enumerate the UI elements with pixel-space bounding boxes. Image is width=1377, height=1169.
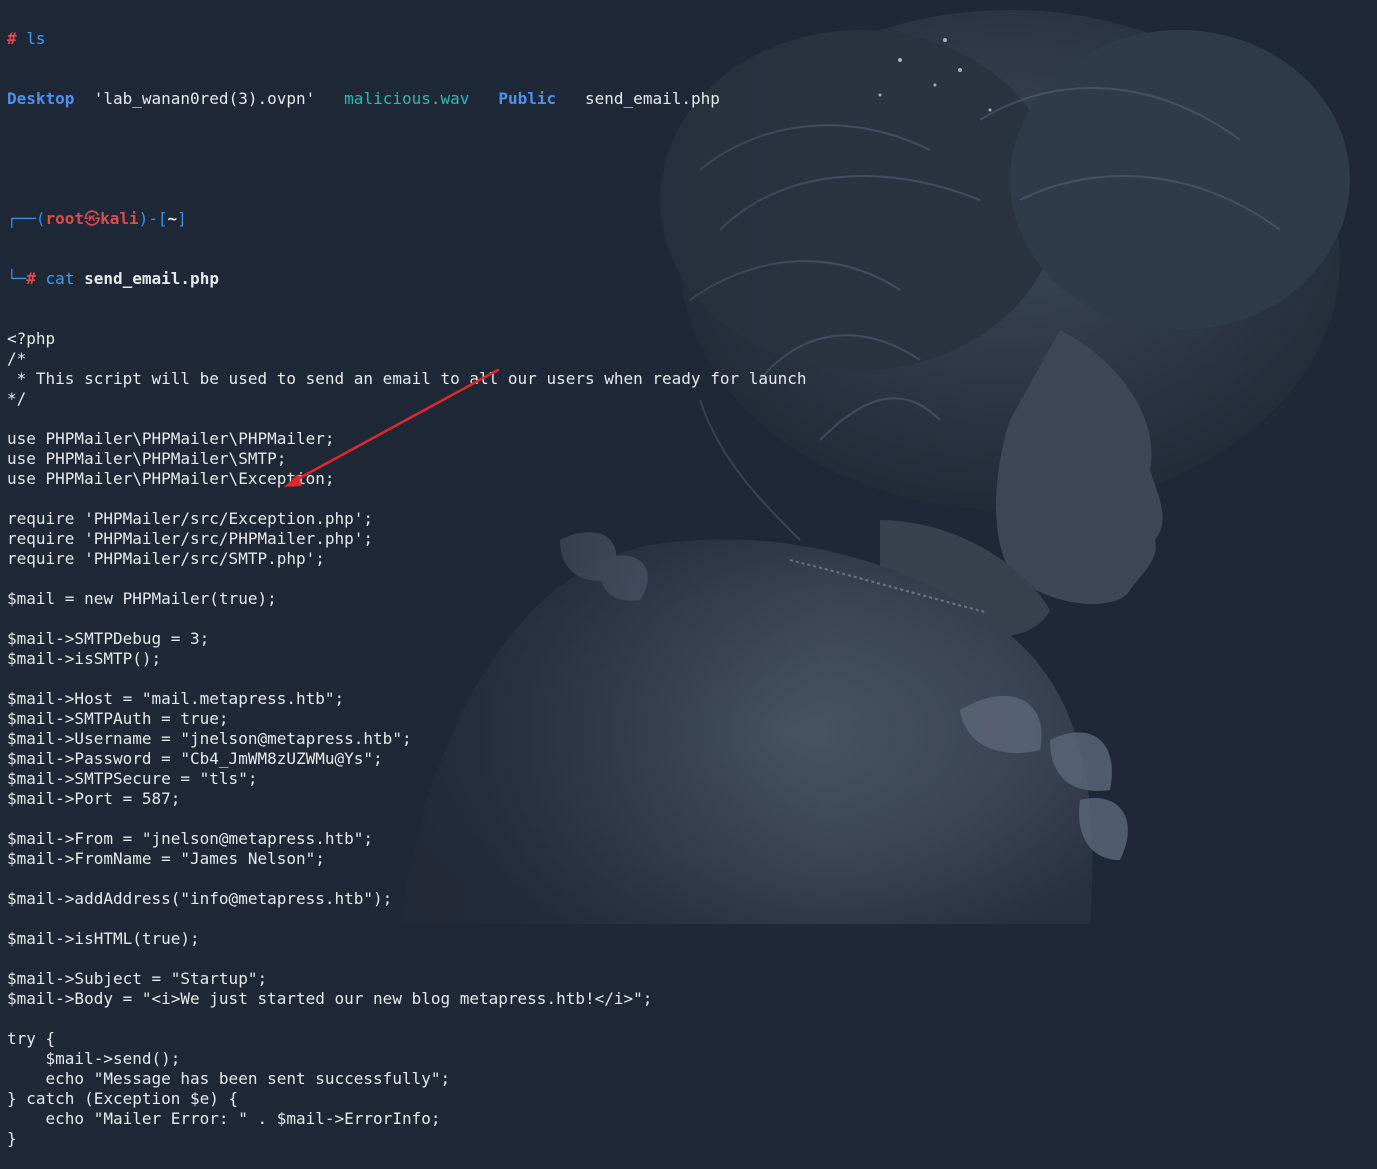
prompt-frame-bottom: └─ <box>7 269 27 288</box>
file-line: use PHPMailer\PHPMailer\PHPMailer; <box>7 429 335 448</box>
file-line <box>7 409 1367 429</box>
prompt-path: ~ <box>167 209 178 228</box>
file-line: $mail->From = "jnelson@metapress.htb"; <box>7 829 374 848</box>
file-line <box>7 609 1367 629</box>
prompt-user: root <box>45 209 85 228</box>
file-line: require 'PHPMailer/src/Exception.php'; <box>7 509 374 528</box>
file-line: $mail = new PHPMailer(true); <box>7 589 277 608</box>
prompt-hash: # <box>26 269 36 288</box>
file-line: <?php <box>7 329 56 348</box>
file-line: */ <box>7 389 27 408</box>
file-line: $mail->Port = 587; <box>7 789 181 808</box>
file-line: echo "Mailer Error: " . $mail->ErrorInfo… <box>7 1109 441 1128</box>
file-line: $mail->FromName = "James Nelson"; <box>7 849 325 868</box>
file-line: use PHPMailer\PHPMailer\SMTP; <box>7 449 287 468</box>
file-line: } catch (Exception $e) { <box>7 1089 239 1108</box>
file-line: $mail->Subject = "Startup"; <box>7 969 268 988</box>
file-line <box>7 949 1367 969</box>
prompt-frame-end: ] <box>177 209 187 228</box>
file-line: $mail->SMTPAuth = true; <box>7 709 229 728</box>
file-line: } <box>7 1129 17 1148</box>
terminal-window[interactable]: # ls Desktop 'lab_wanan0red(3).ovpn' mal… <box>7 0 1367 1169</box>
file-line: * This script will be used to send an em… <box>7 369 807 388</box>
file-line: $mail->SMTPDebug = 3; <box>7 629 210 648</box>
ls-entry-php: send_email.php <box>585 89 720 108</box>
file-line: $mail->send(); <box>7 1049 181 1068</box>
ls-output-row: Desktop 'lab_wanan0red(3).ovpn' maliciou… <box>7 89 1367 109</box>
file-line: $mail->Host = "mail.metapress.htb"; <box>7 689 345 708</box>
file-line: $mail->Body = "<i>We just started our ne… <box>7 989 653 1008</box>
file-line <box>7 909 1367 929</box>
file-line: require 'PHPMailer/src/SMTP.php'; <box>7 549 325 568</box>
file-line: /* <box>7 349 27 368</box>
prompt-line-command: └─# cat send_email.php <box>7 269 1367 289</box>
file-line: $mail->addAddress("info@metapress.htb"); <box>7 889 393 908</box>
file-output: <?php/* * This script will be used to se… <box>7 329 1367 1149</box>
previous-command-line: # ls <box>7 29 1367 49</box>
file-line <box>7 1009 1367 1029</box>
file-line: require 'PHPMailer/src/PHPMailer.php'; <box>7 529 374 548</box>
ls-entry-desktop: Desktop <box>7 89 75 108</box>
file-line <box>7 669 1367 689</box>
command-argument: send_email.php <box>84 269 219 288</box>
file-line <box>7 869 1367 889</box>
prompt-frame-left: ┌──( <box>7 209 46 228</box>
file-line <box>7 809 1367 829</box>
prompt-frame-mid: )-[ <box>138 209 168 228</box>
file-line <box>7 489 1367 509</box>
file-line: echo "Message has been sent successfully… <box>7 1069 451 1088</box>
file-line: $mail->Username = "jnelson@metapress.htb… <box>7 729 412 748</box>
command-name: cat <box>45 269 75 288</box>
previous-prompt-hash: # <box>7 29 17 48</box>
file-line: use PHPMailer\PHPMailer\Exception; <box>7 469 335 488</box>
ls-entry-public: Public <box>498 89 557 108</box>
file-line: $mail->Password = "Cb4_JmWM8zUZWMu@Ys"; <box>7 749 383 768</box>
previous-command-text: ls <box>26 29 46 48</box>
file-line: $mail->SMTPSecure = "tls"; <box>7 769 258 788</box>
file-line <box>7 569 1367 589</box>
prompt-line-top: ┌──(root㉿kali)-[~] <box>7 209 1367 229</box>
prompt-at-icon: ㉿ <box>84 209 101 228</box>
ls-entry-ovpn: 'lab_wanan0red(3).ovpn' <box>93 89 316 108</box>
file-line: try { <box>7 1029 56 1048</box>
prompt-host: kali <box>100 209 139 228</box>
file-line: $mail->isSMTP(); <box>7 649 162 668</box>
file-line: $mail->isHTML(true); <box>7 929 200 948</box>
ls-entry-wav: malicious.wav <box>344 89 470 108</box>
